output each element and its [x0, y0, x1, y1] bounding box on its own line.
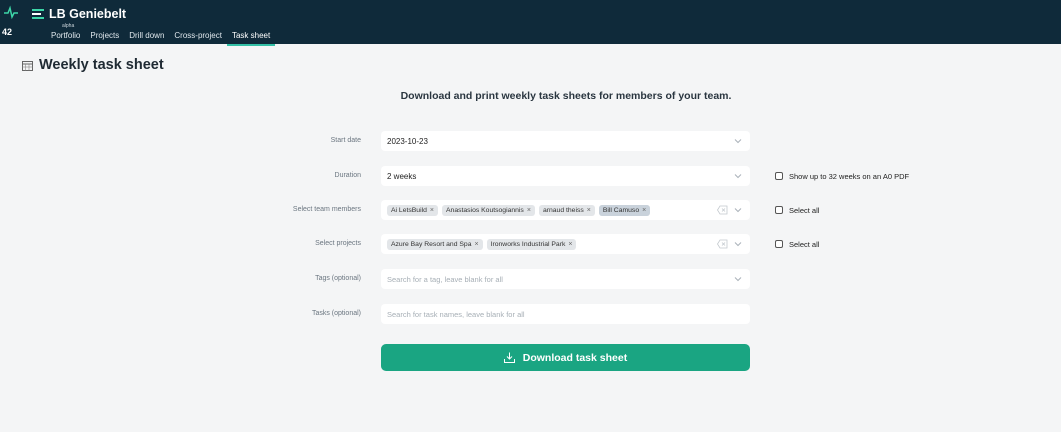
select-all-projects-label: Select all: [789, 239, 820, 249]
a0-pdf-option[interactable]: Show up to 32 weeks on an A0 PDF: [775, 166, 909, 186]
project-chip: Azure Bay Resort and Spa ×: [387, 238, 483, 250]
tasks-placeholder: Search for task names, leave blank for a…: [387, 309, 525, 319]
remove-chip-icon[interactable]: ×: [568, 241, 572, 248]
a0-pdf-label: Show up to 32 weeks on an A0 PDF: [789, 171, 910, 181]
brand[interactable]: LB Geniebelt: [32, 7, 126, 21]
chevron-down-icon[interactable]: [734, 240, 742, 248]
top-nav-bar: 42 LB Geniebelt alpha Portfolio Projects…: [0, 0, 1061, 46]
notification-count[interactable]: 42: [0, 22, 22, 42]
projects-label: Select projects: [315, 240, 361, 247]
tasks-input[interactable]: Search for task names, leave blank for a…: [381, 304, 750, 324]
main-nav: alpha Portfolio Projects Drill down Cros…: [46, 23, 276, 46]
team-member-chip: Bill Camuso ×: [598, 204, 651, 216]
nav-tab-label: Drill down: [129, 31, 165, 40]
team-members-select[interactable]: Ai LetsBuild × Anastasios Koutsogiannis …: [381, 200, 750, 220]
chip-label: Bill Camuso: [602, 206, 640, 214]
nav-tab-label: Task sheet: [231, 31, 271, 40]
start-date-label: Start date: [330, 137, 361, 144]
pulse-icon[interactable]: [4, 5, 18, 19]
clear-all-icon[interactable]: [717, 205, 728, 215]
page-subtitle: Download and print weekly task sheets fo…: [400, 90, 732, 102]
nav-tab-task-sheet[interactable]: Task sheet: [226, 28, 276, 46]
tags-select[interactable]: Search for a tag, leave blank for all: [381, 269, 750, 289]
page-header: Weekly task sheet: [22, 57, 164, 73]
a0-pdf-checkbox[interactable]: [775, 172, 783, 180]
chevron-down-icon[interactable]: [734, 137, 742, 145]
chip-label: Ai LetsBuild: [391, 206, 427, 214]
chip-label: arnaud theiss: [542, 206, 584, 214]
start-date-value: 2023-10-23: [387, 136, 428, 146]
page-title: Weekly task sheet: [39, 57, 164, 73]
nav-tab-label: Cross-project: [174, 31, 222, 40]
nav-tab-label: Projects: [90, 31, 120, 40]
project-chip: Ironworks Industrial Park ×: [486, 238, 577, 250]
team-members-label: Select team members: [292, 206, 361, 213]
nav-tab-label: Portfolio: [51, 31, 81, 40]
nav-tab-projects[interactable]: Projects: [85, 28, 124, 44]
start-date-select[interactable]: 2023-10-23: [381, 131, 750, 151]
nav-tab-drill-down[interactable]: Drill down: [124, 28, 169, 44]
tags-row: Tags (optional) Search for a tag, leave …: [0, 269, 1061, 289]
brand-name: LB Geniebelt: [49, 7, 127, 21]
team-member-chip: Ai LetsBuild ×: [387, 204, 438, 216]
remove-chip-icon[interactable]: ×: [587, 207, 591, 214]
tasks-label: Tasks (optional): [311, 310, 361, 317]
select-all-members-label: Select all: [789, 205, 820, 215]
remove-chip-icon[interactable]: ×: [527, 207, 531, 214]
team-member-chip: arnaud theiss ×: [538, 204, 595, 216]
team-member-chip: Anastasios Koutsogiannis ×: [442, 204, 535, 216]
chevron-down-icon[interactable]: [734, 172, 742, 180]
duration-label: Duration: [334, 172, 361, 179]
remove-chip-icon[interactable]: ×: [474, 241, 478, 248]
download-task-sheet-button[interactable]: Download task sheet: [381, 344, 750, 371]
select-all-members-checkbox[interactable]: [775, 206, 783, 214]
start-date-row: Start date 2023-10-23: [0, 131, 1061, 151]
duration-value: 2 weeks: [387, 171, 417, 181]
chip-label: Azure Bay Resort and Spa: [391, 240, 472, 248]
tags-label: Tags (optional): [315, 275, 361, 282]
projects-row: Select projects Azure Bay Resort and Spa…: [0, 234, 1061, 254]
remove-chip-icon[interactable]: ×: [430, 207, 434, 214]
projects-select[interactable]: Azure Bay Resort and Spa × Ironworks Ind…: [381, 234, 750, 254]
calendar-icon: [22, 60, 33, 71]
clear-all-icon[interactable]: [717, 239, 728, 249]
select-all-projects-checkbox[interactable]: [775, 240, 783, 248]
chevron-down-icon[interactable]: [734, 206, 742, 214]
download-icon: [503, 352, 515, 363]
chip-label: Ironworks Industrial Park: [490, 240, 566, 248]
duration-select[interactable]: 2 weeks: [381, 166, 750, 186]
duration-row: Duration 2 weeks Show up to 32 weeks on …: [0, 166, 1061, 186]
chip-label: Anastasios Koutsogiannis: [446, 206, 524, 214]
select-all-projects-option[interactable]: Select all: [775, 234, 819, 254]
tasks-row: Tasks (optional) Search for task names, …: [0, 304, 1061, 324]
nav-tab-portfolio[interactable]: alpha Portfolio: [46, 23, 85, 44]
nav-tab-cross-project[interactable]: Cross-project: [169, 28, 227, 44]
tags-placeholder: Search for a tag, leave blank for all: [387, 274, 503, 284]
brand-logo-icon: [32, 9, 44, 19]
chevron-down-icon[interactable]: [734, 275, 742, 283]
download-button-label: Download task sheet: [522, 351, 628, 364]
remove-chip-icon[interactable]: ×: [642, 207, 646, 214]
team-members-row: Select team members Ai LetsBuild × Anast…: [0, 200, 1061, 220]
select-all-members-option[interactable]: Select all: [775, 200, 819, 220]
alpha-badge: alpha: [62, 23, 75, 29]
